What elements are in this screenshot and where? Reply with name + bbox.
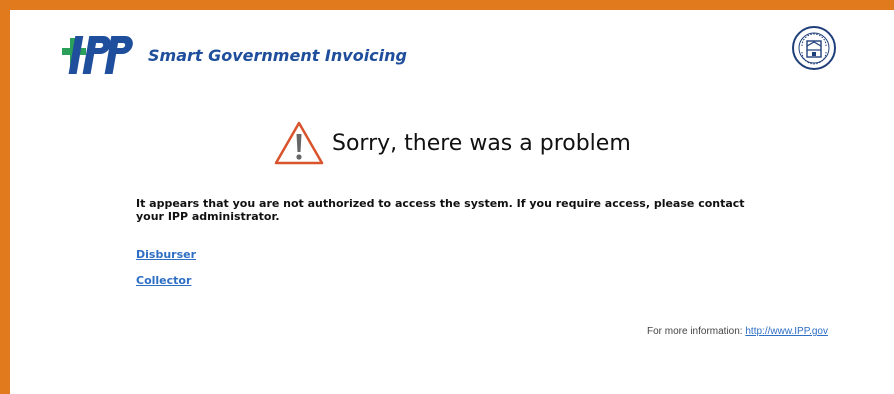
more-info-label: For more information: <box>646 326 743 337</box>
ipp-logo-icon <box>62 36 133 74</box>
error-heading: Sorry, there was a problem <box>274 118 631 168</box>
more-info: For more information: http://www.IPP.gov <box>647 326 828 337</box>
warning-triangle-icon <box>274 121 324 165</box>
error-title: Sorry, there was a problem <box>332 130 631 156</box>
error-message: It appears that you are not authorized t… <box>136 197 745 223</box>
collector-link[interactable]: Collector <box>136 274 191 287</box>
ipp-website-link[interactable]: http://www.IPP.gov <box>745 326 828 337</box>
disburser-link[interactable]: Disburser <box>136 248 196 261</box>
app-tagline: Smart Government Invoicing <box>148 46 407 65</box>
treasury-seal-icon <box>792 26 836 70</box>
page-frame: Smart Government Invoicing Sorry, there … <box>0 0 894 394</box>
